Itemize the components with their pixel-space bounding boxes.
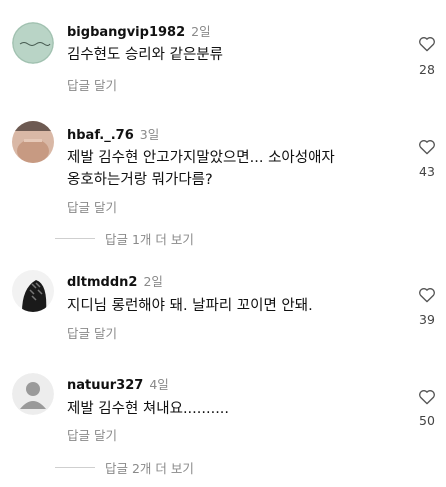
comment-text-line: 제발 김수현 안고가지말았으면... 소아성애자: [67, 150, 335, 166]
comment-header: bigbangvip1982 2일: [67, 21, 211, 40]
comment-header: hbaf._.76 3일: [67, 124, 159, 143]
like-count: 43: [419, 164, 435, 179]
divider-line: [55, 238, 95, 239]
view-replies-label: 답글 1개 더 보기: [105, 232, 194, 247]
username[interactable]: dltmddn2: [67, 275, 137, 290]
reply-button[interactable]: 답글 달기: [67, 75, 117, 94]
view-replies-label: 답글 2개 더 보기: [105, 461, 194, 476]
reply-button[interactable]: 답글 달기: [67, 197, 117, 216]
timestamp: 2일: [143, 274, 163, 289]
like-button[interactable]: [414, 388, 440, 405]
reply-button[interactable]: 답글 달기: [67, 323, 117, 342]
avatar[interactable]: [12, 270, 54, 312]
like-button[interactable]: [414, 35, 440, 52]
comment-text: 제발 김수현 쳐내요..........: [67, 401, 230, 417]
comment-header: dltmddn2 2일: [67, 271, 163, 290]
like-count: 28: [419, 62, 435, 77]
avatar[interactable]: [12, 22, 54, 64]
heart-outline-icon: [419, 389, 435, 405]
timestamp: 4일: [149, 377, 169, 392]
divider-line: [55, 467, 95, 468]
view-replies-button[interactable]: 답글 2개 더 보기: [55, 458, 194, 477]
comment-text-line: 옹호하는거랑 뭐가다름?: [67, 172, 213, 188]
heart-outline-icon: [419, 36, 435, 52]
heart-outline-icon: [419, 287, 435, 303]
like-count: 50: [419, 413, 435, 428]
view-replies-button[interactable]: 답글 1개 더 보기: [55, 229, 194, 248]
heart-outline-icon: [419, 139, 435, 155]
username[interactable]: natuur327: [67, 378, 143, 393]
timestamp: 2일: [191, 24, 211, 39]
comment-text: 지디님 롱런해야 돼. 날파리 꼬이면 안돼.: [67, 298, 313, 314]
username[interactable]: bigbangvip1982: [67, 25, 185, 40]
like-button[interactable]: [414, 286, 440, 303]
default-avatar-icon: [12, 373, 54, 415]
username[interactable]: hbaf._.76: [67, 128, 134, 143]
like-button[interactable]: [414, 138, 440, 155]
comment-text: 김수현도 승리와 같은분류: [67, 47, 223, 63]
avatar[interactable]: [12, 373, 54, 415]
comment-header: natuur327 4일: [67, 374, 169, 393]
reply-button[interactable]: 답글 달기: [67, 425, 117, 444]
like-count: 39: [419, 312, 435, 327]
avatar[interactable]: [12, 121, 54, 163]
timestamp: 3일: [139, 127, 160, 142]
